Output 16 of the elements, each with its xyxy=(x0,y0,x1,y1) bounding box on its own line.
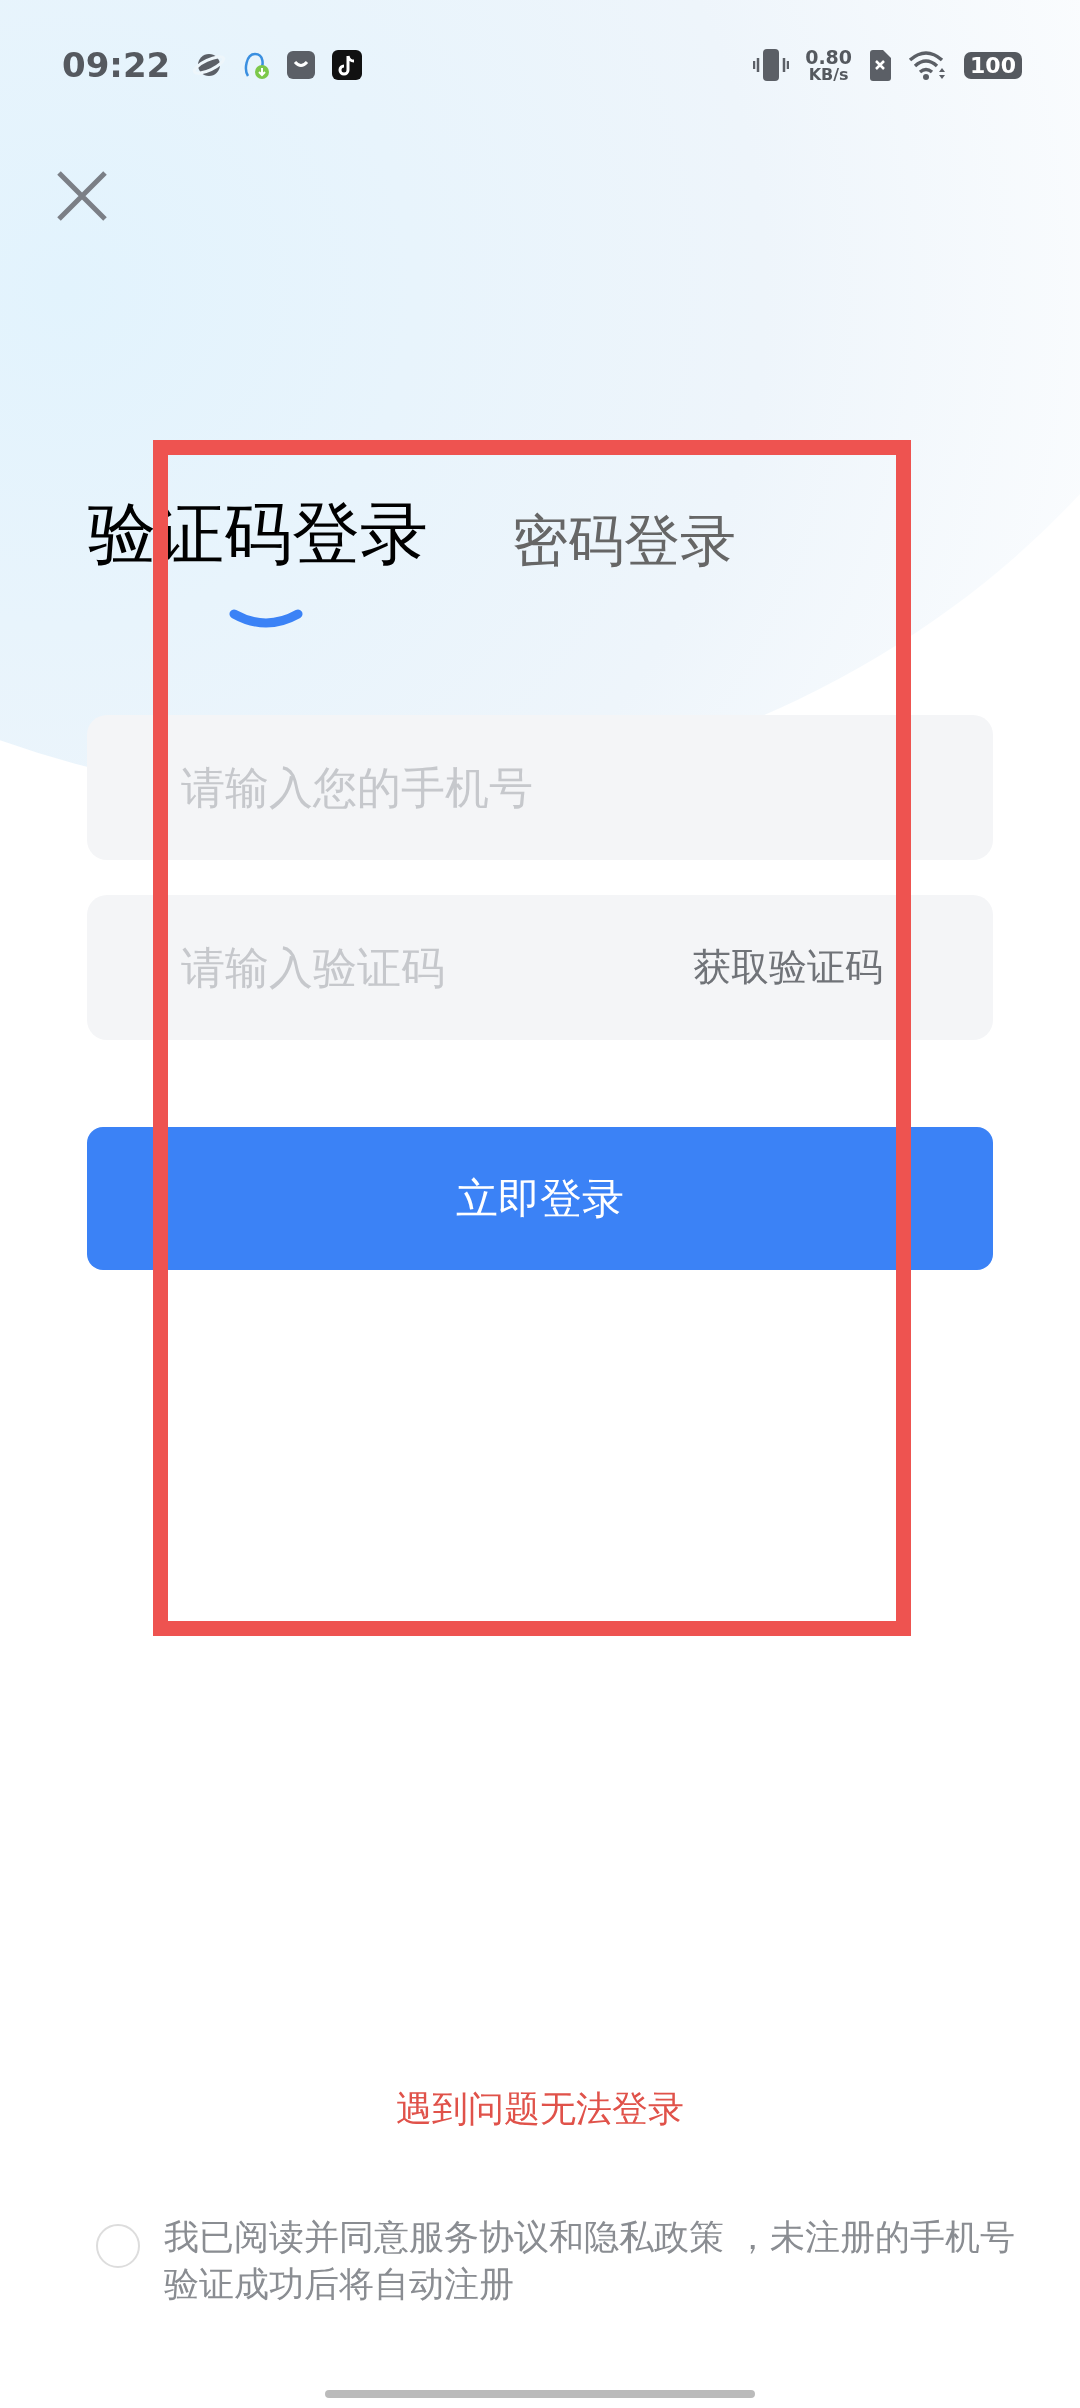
close-icon[interactable] xyxy=(56,170,108,222)
login-button[interactable]: 立即登录 xyxy=(87,1127,993,1270)
network-speed: 0.80 xyxy=(805,47,853,67)
login-tab[interactable]: 密码登录 xyxy=(512,504,736,580)
agreement-radio[interactable] xyxy=(96,2224,140,2268)
agreement-text: 我已阅读并同意服务协议和隐私政策 ，未注册的手机号验证成功后将自动注册 xyxy=(164,2216,1017,2306)
network-speed-unit: KB/s xyxy=(808,66,849,83)
shopping-bag-icon xyxy=(286,50,317,80)
music-note-icon xyxy=(332,50,363,80)
no-sim-icon xyxy=(868,49,893,81)
get-code-button[interactable]: 获取验证码 xyxy=(693,942,883,993)
help-link[interactable]: 遇到问题无法登录 xyxy=(396,2085,684,2134)
battery-icon: 100 xyxy=(964,51,1022,79)
status-time: 09:22 xyxy=(62,45,171,85)
vibrate-icon xyxy=(753,48,790,82)
planet-icon xyxy=(192,51,227,79)
